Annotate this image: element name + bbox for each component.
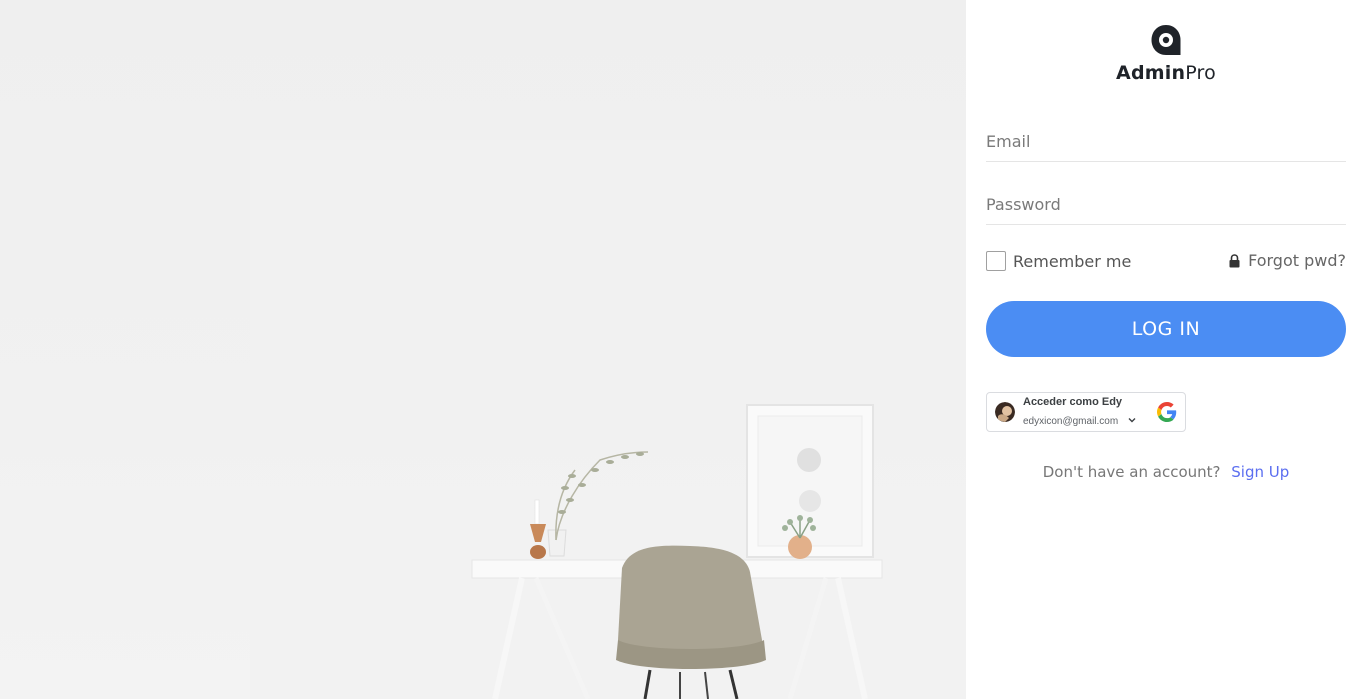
google-account-email: edyxicon@gmail.com (1023, 416, 1119, 427)
remember-label: Remember me (1013, 251, 1132, 271)
remember-me[interactable]: Remember me (986, 251, 1131, 271)
login-panel: AdminPro Remember me Forgot pwd? LOG IN … (966, 0, 1366, 699)
google-icon (1157, 402, 1177, 422)
email-field[interactable] (986, 122, 1346, 160)
brand-name: AdminPro (1116, 62, 1216, 84)
admin-logo-icon (1151, 25, 1181, 55)
brand: AdminPro (966, 24, 1366, 84)
login-button[interactable]: LOG IN (986, 301, 1346, 357)
remember-checkbox[interactable] (986, 251, 1006, 271)
password-field[interactable] (986, 185, 1346, 223)
forgot-password-link[interactable]: Forgot pwd? (1229, 251, 1346, 270)
email-field-wrapper (986, 122, 1346, 162)
forgot-password-label: Forgot pwd? (1248, 251, 1346, 270)
google-account-title: Acceder como Edy (1023, 395, 1123, 408)
google-account-info: Acceder como Edy edyxicon@gmail.com (1023, 396, 1157, 428)
google-signin-button[interactable]: Acceder como Edy edyxicon@gmail.com (986, 392, 1186, 432)
signup-row: Don't have an account? Sign Up (966, 463, 1366, 481)
password-field-wrapper (986, 185, 1346, 225)
signup-link[interactable]: Sign Up (1231, 463, 1289, 481)
lock-icon (1229, 253, 1240, 267)
avatar (995, 402, 1015, 422)
hero-image (0, 0, 966, 699)
desk-illustration (250, 140, 966, 699)
signup-prompt: Don't have an account? (1042, 463, 1221, 481)
chevron-down-icon[interactable] (1127, 415, 1137, 425)
